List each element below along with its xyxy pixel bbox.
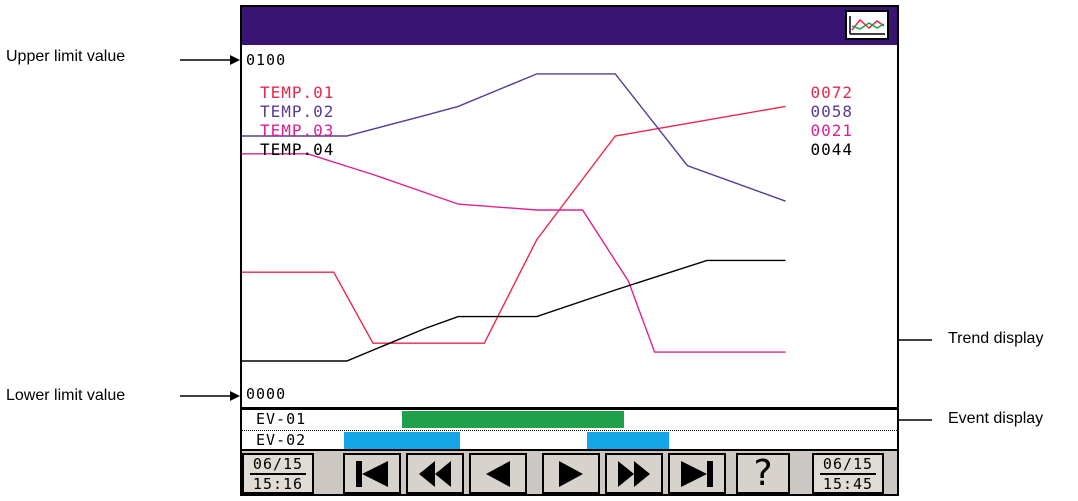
skip-to-end-icon [681,460,713,487]
step-forward-icon [559,460,583,487]
trend-chart [242,73,786,362]
callout-upper-limit: Upper limit value [6,48,126,65]
callout-event-display: Event display [948,410,1044,427]
legend-item: TEMP.04 [260,140,335,159]
step-back-icon [486,460,510,487]
event-label: EV-01 [256,410,307,428]
legend-item: TEMP.03 [260,121,335,140]
event-display: EV-01 EV-02 [242,407,897,452]
series-line-temp-03 [242,153,786,353]
callout-trend-display: Trend display [948,330,1044,347]
series-legend: TEMP.01 TEMP.02 TEMP.03 TEMP.04 [260,83,334,159]
event-bar [587,432,670,449]
skip-to-start-button[interactable] [343,453,401,494]
current-value: 0044 [810,140,853,159]
event-bar [401,411,624,428]
series-line-temp-04 [242,259,786,362]
start-date: 06/15 [250,455,306,475]
fast-forward-button[interactable] [605,453,663,494]
skip-to-start-icon [356,460,388,487]
fast-forward-icon [618,460,650,487]
event-divider [242,430,897,431]
current-value: 0058 [810,102,853,121]
current-value: 0021 [810,121,853,140]
fast-rewind-icon [419,460,451,487]
legend-item: TEMP.02 [260,102,335,121]
callout-upper-limit-arrow [180,55,240,65]
event-bar [343,432,461,449]
end-date: 06/15 [820,455,876,475]
fast-rewind-button[interactable] [406,453,464,494]
trend-graph-icon[interactable] [845,10,889,40]
title-bar [242,7,897,45]
legend-item: TEMP.01 [260,83,335,102]
callout-lower-limit-arrow [180,391,240,401]
event-row: EV-02 [242,431,897,450]
step-back-button[interactable] [469,453,527,494]
series-current-values: 0072 0058 0021 0044 [810,83,853,159]
current-value: 0072 [810,83,853,102]
start-datetime[interactable]: 06/15 15:16 [242,453,314,494]
help-button[interactable]: ? [736,453,790,494]
start-time: 15:16 [252,475,304,493]
playback-controls: 06/15 15:16 ? 06/15 15:45 [242,449,897,494]
end-time: 15:45 [822,475,874,493]
trend-screen: 0100 0000 TEMP.01 TEMP.02 TEMP.03 TEMP.04 0… [240,5,899,496]
step-forward-button[interactable] [542,453,600,494]
event-row: EV-01 [242,410,897,429]
event-label: EV-02 [256,431,307,449]
skip-to-end-button[interactable] [668,453,726,494]
callout-lower-limit: Lower limit value [6,387,126,404]
help-icon: ? [753,452,773,494]
end-datetime[interactable]: 06/15 15:45 [812,453,884,494]
